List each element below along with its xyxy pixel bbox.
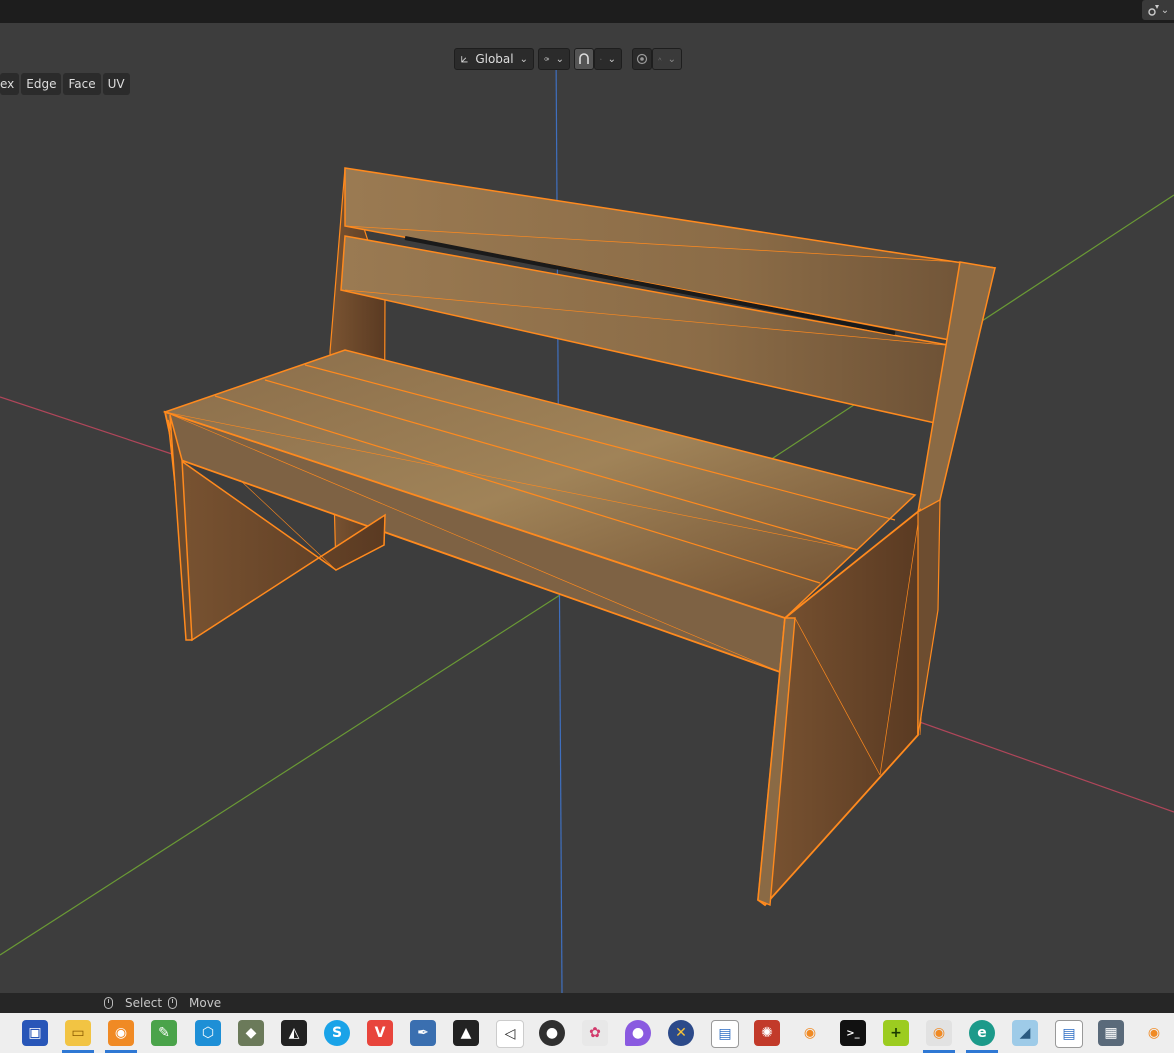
editor-type-button[interactable]: ⌄ (1142, 0, 1174, 20)
window-icon-2[interactable]: ▤ (1055, 1020, 1083, 1048)
eraser-icon[interactable]: ◢ (1012, 1020, 1038, 1046)
snap-increment-icon (600, 58, 602, 60)
file-explorer-icon[interactable]: ▭ (65, 1020, 91, 1046)
xampp-icon[interactable]: ✕ (668, 1020, 694, 1046)
window-icon[interactable]: ▤ (711, 1020, 739, 1048)
viewport-canvas[interactable] (0, 23, 1174, 993)
proportional-edit-icon (636, 53, 648, 65)
3d-viewport[interactable]: Global ⌄ ⌄ ⌄ ⌄ ex Edge Face UV (0, 23, 1174, 993)
snap-target-dropdown[interactable]: ⌄ (594, 48, 622, 70)
scene-icon (1148, 5, 1159, 16)
terminal-icon[interactable]: >_ (840, 1020, 866, 1046)
rear-right-post-lower (917, 498, 941, 736)
pivot-icon (544, 57, 550, 61)
chevron-down-icon: ⌄ (607, 53, 616, 65)
unity-icon[interactable]: ◭ (281, 1020, 307, 1046)
status-select-label: Select (125, 996, 163, 1010)
calculator-icon[interactable]: ▦ (1098, 1020, 1124, 1046)
inkscape-icon[interactable]: ▲ (453, 1020, 479, 1046)
chevron-down-icon: ⌄ (1160, 4, 1170, 16)
chevron-down-icon: ⌄ (667, 53, 676, 65)
proportional-edit-button[interactable] (632, 48, 652, 70)
falloff-dropdown[interactable]: ⌄ (652, 48, 682, 70)
blender-active-icon[interactable]: ◉ (926, 1020, 952, 1046)
falloff-curve-icon (658, 57, 662, 61)
top-bar: ⌄ (0, 0, 1174, 23)
menu-uv[interactable]: UV (102, 73, 130, 95)
pivot-point-dropdown[interactable]: ⌄ (538, 48, 570, 70)
orientation-axes-icon (461, 56, 468, 63)
chevron-down-icon: ⌄ (555, 53, 564, 65)
blender-icon-2[interactable]: ◉ (1141, 1020, 1167, 1046)
transform-orientation-dropdown[interactable]: Global ⌄ (454, 48, 534, 70)
menu-vertex[interactable]: ex (0, 73, 20, 95)
skype-icon[interactable]: S (324, 1020, 350, 1046)
blender-orange-icon[interactable]: ◉ (108, 1020, 134, 1046)
mouse-middle-icon (168, 997, 177, 1009)
mouse-left-icon (104, 997, 113, 1009)
plus-monitor-icon[interactable]: + (883, 1020, 909, 1046)
unity-hub-icon[interactable]: ◁ (496, 1020, 524, 1048)
axis-y-line (0, 594, 561, 956)
status-move: Move (168, 996, 221, 1010)
save-icon[interactable]: ▣ (22, 1020, 48, 1046)
viewport-header-tools: Global ⌄ ⌄ ⌄ ⌄ (454, 48, 682, 70)
snap-magnet-icon (579, 53, 589, 64)
obs-icon[interactable]: ● (539, 1020, 565, 1046)
axis-x-line (0, 396, 176, 456)
droplet-icon[interactable]: ● (625, 1020, 651, 1046)
blender-icon[interactable]: ◉ (797, 1020, 823, 1046)
status-select: Select (104, 996, 162, 1010)
edit-mode-menu: ex Edge Face UV (0, 73, 130, 95)
vivaldi-icon[interactable]: V (367, 1020, 393, 1046)
axis-x-line-2 (879, 707, 1174, 813)
menu-face[interactable]: Face (63, 73, 101, 95)
notepad-icon[interactable]: ✎ (151, 1020, 177, 1046)
box-3d-icon[interactable]: ⬡ (195, 1020, 221, 1046)
status-bar: Select Move (0, 993, 1174, 1013)
status-move-label: Move (189, 996, 222, 1010)
tank-icon[interactable]: ◆ (238, 1020, 264, 1046)
bug-icon[interactable]: ✺ (754, 1020, 780, 1046)
snap-toggle-button[interactable] (574, 48, 594, 70)
quill-icon[interactable]: ✒ (410, 1020, 436, 1046)
edge-browser-icon[interactable]: e (969, 1020, 995, 1046)
transform-orientation-label: Global (475, 52, 514, 66)
krita-icon[interactable]: ✿ (582, 1020, 608, 1046)
chevron-down-icon: ⌄ (519, 53, 528, 65)
menu-edge[interactable]: Edge (21, 73, 62, 95)
